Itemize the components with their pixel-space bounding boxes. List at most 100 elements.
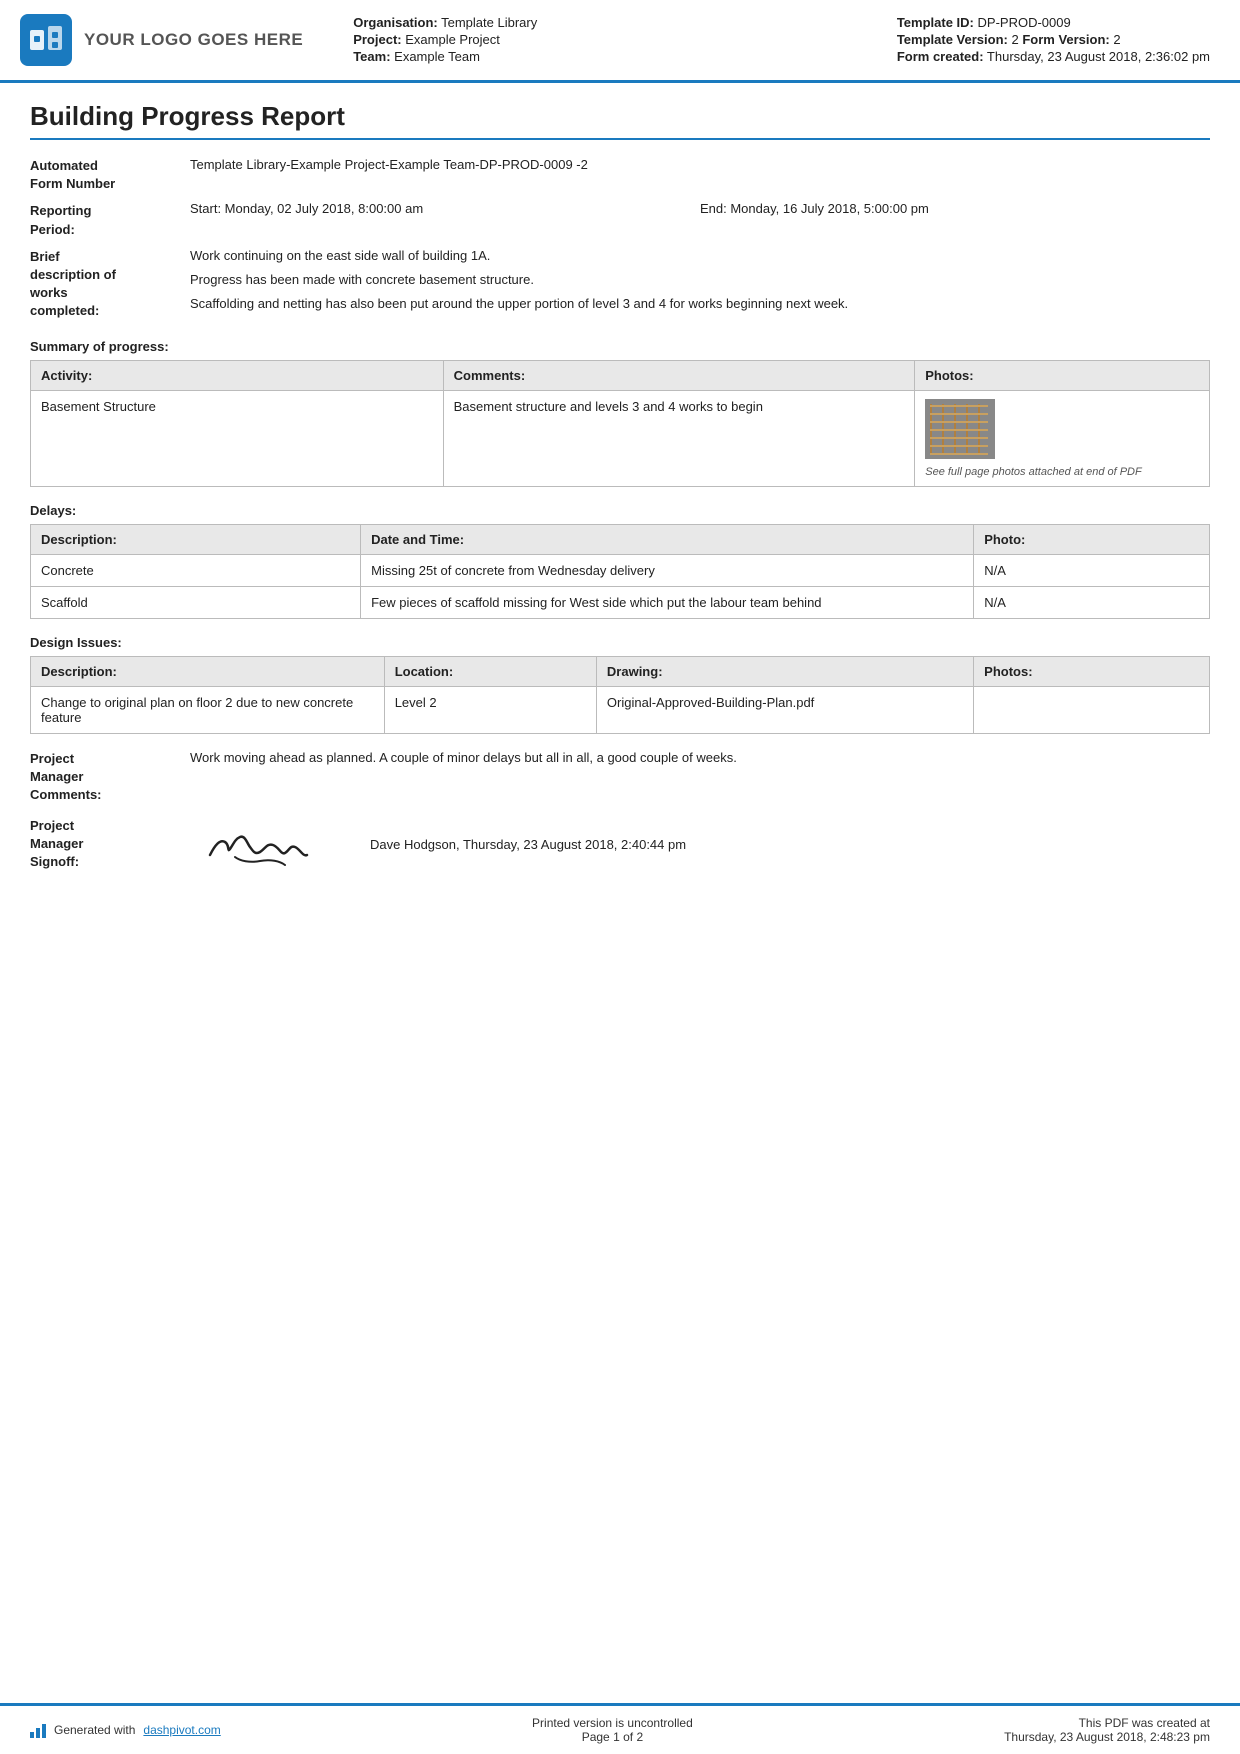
pm-comments-value: Work moving ahead as planned. A couple o… [190, 750, 1210, 765]
template-id-label: Template ID: [897, 15, 974, 30]
delays-col-datetime: Date and Time: [361, 524, 974, 554]
design-issues-row-1: Change to original plan on floor 2 due t… [31, 686, 1210, 733]
logo-icon [20, 14, 72, 66]
form-number-label: AutomatedForm Number [30, 156, 190, 193]
design-drawing-1: Original-Approved-Building-Plan.pdf [596, 686, 973, 733]
reporting-period-row: ReportingPeriod: Start: Monday, 02 July … [30, 201, 1210, 238]
team-label: Team: [353, 49, 390, 64]
footer-center: Printed version is uncontrolled Page 1 o… [532, 1716, 693, 1744]
footer-page-of: of 2 [623, 1730, 643, 1744]
reporting-period-end: End: Monday, 16 July 2018, 5:00:00 pm [700, 201, 1210, 216]
logo-text: YOUR LOGO GOES HERE [84, 30, 303, 50]
template-version-value: 2 [1011, 32, 1018, 47]
delays-section-title: Delays: [30, 503, 1210, 518]
brief-desc-value: Work continuing on the east side wall of… [190, 247, 1210, 314]
design-issues-section-title: Design Issues: [30, 635, 1210, 650]
summary-col-photos: Photos: [915, 360, 1210, 390]
footer-bar-1 [30, 1732, 34, 1738]
pm-signoff-row: ProjectManagerSignoff: Dave Hodgson, Thu… [30, 814, 1210, 874]
summary-comments-1: Basement structure and levels 3 and 4 wo… [443, 390, 915, 486]
delays-col-desc: Description: [31, 524, 361, 554]
report-title: Building Progress Report [30, 101, 1210, 140]
pm-signoff-label: ProjectManagerSignoff: [30, 817, 190, 872]
summary-activity-1: Basement Structure [31, 390, 444, 486]
template-id-value: DP-PROD-0009 [978, 15, 1071, 30]
template-version-row: Template Version: 2 Form Version: 2 [897, 32, 1210, 47]
footer-right: This PDF was created at Thursday, 23 Aug… [1004, 1716, 1210, 1744]
form-number-value: Template Library-Example Project-Example… [190, 156, 1210, 174]
footer-created-text: This PDF was created at [1004, 1716, 1210, 1730]
summary-section-title: Summary of progress: [30, 339, 1210, 354]
project-row: Project: Example Project [353, 32, 867, 47]
design-col-location: Location: [384, 656, 596, 686]
page: YOUR LOGO GOES HERE Organisation: Templa… [0, 0, 1240, 1754]
delays-header-row: Description: Date and Time: Photo: [31, 524, 1210, 554]
footer-uncontrolled: Printed version is uncontrolled [532, 1716, 693, 1730]
form-fields: AutomatedForm Number Template Library-Ex… [30, 156, 1210, 321]
delays-row-1: Concrete Missing 25t of concrete from We… [31, 554, 1210, 586]
design-location-1: Level 2 [384, 686, 596, 733]
delays-photo-2: N/A [974, 586, 1210, 618]
summary-photos-1: See full page photos attached at end of … [915, 390, 1210, 486]
design-col-desc: Description: [31, 656, 385, 686]
team-row: Team: Example Team [353, 49, 867, 64]
form-created-label: Form created: [897, 49, 984, 64]
signature-image [190, 814, 330, 874]
design-issues-header-row: Description: Location: Drawing: Photos: [31, 656, 1210, 686]
summary-table-header-row: Activity: Comments: Photos: [31, 360, 1210, 390]
footer-bar-3 [42, 1724, 46, 1738]
brief-desc-row: Briefdescription ofworkscompleted: Work … [30, 247, 1210, 321]
pm-comments-row: ProjectManagerComments: Work moving ahea… [30, 750, 1210, 805]
summary-col-comments: Comments: [443, 360, 915, 390]
footer-link[interactable]: dashpivot.com [143, 1723, 220, 1737]
logo-area: YOUR LOGO GOES HERE [20, 14, 303, 66]
footer: Generated with dashpivot.com Printed ver… [0, 1703, 1240, 1754]
delays-table: Description: Date and Time: Photo: Concr… [30, 524, 1210, 619]
pm-section: ProjectManagerComments: Work moving ahea… [30, 750, 1210, 875]
form-number-row: AutomatedForm Number Template Library-Ex… [30, 156, 1210, 193]
delays-datetime-1: Missing 25t of concrete from Wednesday d… [361, 554, 974, 586]
brief-desc-line-1: Work continuing on the east side wall of… [190, 247, 1210, 265]
delays-row-2: Scaffold Few pieces of scaffold missing … [31, 586, 1210, 618]
template-id-row: Template ID: DP-PROD-0009 [897, 15, 1210, 30]
design-desc-1: Change to original plan on floor 2 due t… [31, 686, 385, 733]
delays-col-photo: Photo: [974, 524, 1210, 554]
delays-desc-1: Concrete [31, 554, 361, 586]
photo-caption: See full page photos attached at end of … [925, 466, 1199, 478]
brief-desc-line-3: Scaffolding and netting has also been pu… [190, 295, 1210, 313]
template-version-label: Template Version: [897, 32, 1008, 47]
pm-signoff-name: Dave Hodgson, Thursday, 23 August 2018, … [370, 837, 686, 852]
summary-col-activity: Activity: [31, 360, 444, 390]
org-value: Template Library [441, 15, 537, 30]
project-value: Example Project [405, 32, 500, 47]
design-col-photos: Photos: [974, 656, 1210, 686]
pm-signoff-content: Dave Hodgson, Thursday, 23 August 2018, … [190, 814, 1210, 874]
footer-left: Generated with dashpivot.com [30, 1722, 221, 1738]
project-label: Project: [353, 32, 401, 47]
form-version-value: 2 [1113, 32, 1120, 47]
delays-photo-1: N/A [974, 554, 1210, 586]
footer-generated-text: Generated with [54, 1723, 135, 1737]
main-content: Building Progress Report AutomatedForm N… [0, 83, 1240, 1294]
delays-desc-2: Scaffold [31, 586, 361, 618]
form-version-label: Form Version: [1022, 32, 1113, 47]
delays-datetime-2: Few pieces of scaffold missing for West … [361, 586, 974, 618]
header: YOUR LOGO GOES HERE Organisation: Templa… [0, 0, 1240, 83]
pm-comments-label: ProjectManagerComments: [30, 750, 190, 805]
summary-table: Activity: Comments: Photos: Basement Str… [30, 360, 1210, 487]
footer-created-value: Thursday, 23 August 2018, 2:48:23 pm [1004, 1730, 1210, 1744]
header-right: Template ID: DP-PROD-0009 Template Versi… [887, 14, 1210, 66]
scaffold-art [925, 399, 993, 457]
footer-bar-2 [36, 1728, 40, 1738]
photo-thumbnail [925, 399, 995, 459]
summary-row-1: Basement Structure Basement structure an… [31, 390, 1210, 486]
team-value: Example Team [394, 49, 480, 64]
design-photos-1 [974, 686, 1210, 733]
org-label: Organisation: [353, 15, 438, 30]
footer-page: Page 1 of 2 [532, 1730, 693, 1744]
org-row: Organisation: Template Library [353, 15, 867, 30]
design-issues-table: Description: Location: Drawing: Photos: … [30, 656, 1210, 734]
content-spacer [0, 1294, 1240, 1703]
form-created-value: Thursday, 23 August 2018, 2:36:02 pm [987, 49, 1210, 64]
header-meta: Organisation: Template Library Project: … [323, 14, 867, 66]
